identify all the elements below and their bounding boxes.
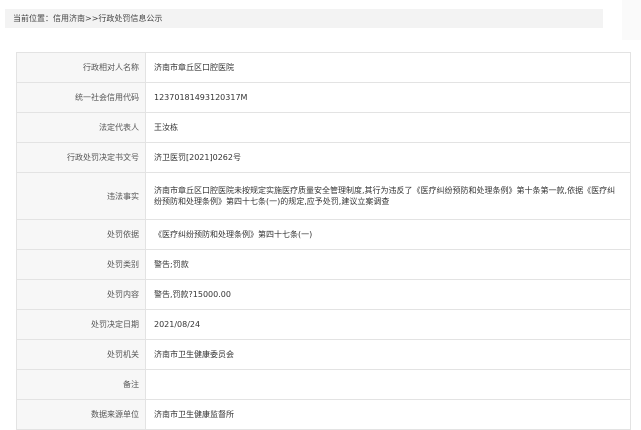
table-row: 行政相对人名称 济南市章丘区口腔医院 <box>16 52 631 83</box>
field-label: 统一社会信用代码 <box>16 82 146 113</box>
field-value: 2021/08/24 <box>145 309 631 340</box>
breadcrumb: 当前位置：信用济南>>行政处罚信息公示 <box>5 9 603 28</box>
field-label: 违法事实 <box>16 172 146 220</box>
field-label: 备注 <box>16 369 146 400</box>
field-label: 行政处罚决定书文号 <box>16 142 146 173</box>
table-row: 备注 <box>16 369 631 400</box>
field-value: 12370181493120317M <box>145 82 631 113</box>
penalty-detail-table: 行政相对人名称 济南市章丘区口腔医院 统一社会信用代码 123701814931… <box>16 52 631 430</box>
breadcrumb-text: 当前位置：信用济南>>行政处罚信息公示 <box>13 14 163 23</box>
scrollbar-track[interactable] <box>622 0 641 40</box>
field-label: 数据来源单位 <box>16 399 146 430</box>
field-value: 济南市卫生健康监督所 <box>145 399 631 430</box>
field-label: 行政相对人名称 <box>16 52 146 83</box>
field-value: 警告,罚款?15000.00 <box>145 279 631 310</box>
field-label: 处罚机关 <box>16 339 146 370</box>
field-value: 《医疗纠纷预防和处理条例》第四十七条(一) <box>145 219 631 250</box>
field-value: 济南市卫生健康委员会 <box>145 339 631 370</box>
field-value: 济南市章丘区口腔医院 <box>145 52 631 83</box>
table-row: 违法事实 济南市章丘区口腔医院未按规定实施医疗质量安全管理制度,其行为违反了《医… <box>16 172 631 220</box>
field-label: 处罚内容 <box>16 279 146 310</box>
field-value: 警告;罚款 <box>145 249 631 280</box>
field-value: 王汝栋 <box>145 112 631 143</box>
table-row: 行政处罚决定书文号 济卫医罚[2021]0262号 <box>16 142 631 173</box>
field-value <box>145 369 631 400</box>
table-row: 处罚依据 《医疗纠纷预防和处理条例》第四十七条(一) <box>16 219 631 250</box>
field-label: 处罚类别 <box>16 249 146 280</box>
field-label: 法定代表人 <box>16 112 146 143</box>
table-row: 处罚决定日期 2021/08/24 <box>16 309 631 340</box>
table-row: 处罚机关 济南市卫生健康委员会 <box>16 339 631 370</box>
field-label: 处罚决定日期 <box>16 309 146 340</box>
table-row: 统一社会信用代码 12370181493120317M <box>16 82 631 113</box>
field-value: 济南市章丘区口腔医院未按规定实施医疗质量安全管理制度,其行为违反了《医疗纠纷预防… <box>145 172 631 220</box>
field-label: 处罚依据 <box>16 219 146 250</box>
table-row: 处罚类别 警告;罚款 <box>16 249 631 280</box>
field-value: 济卫医罚[2021]0262号 <box>145 142 631 173</box>
table-row: 处罚内容 警告,罚款?15000.00 <box>16 279 631 310</box>
table-row: 法定代表人 王汝栋 <box>16 112 631 143</box>
table-row: 数据来源单位 济南市卫生健康监督所 <box>16 399 631 430</box>
